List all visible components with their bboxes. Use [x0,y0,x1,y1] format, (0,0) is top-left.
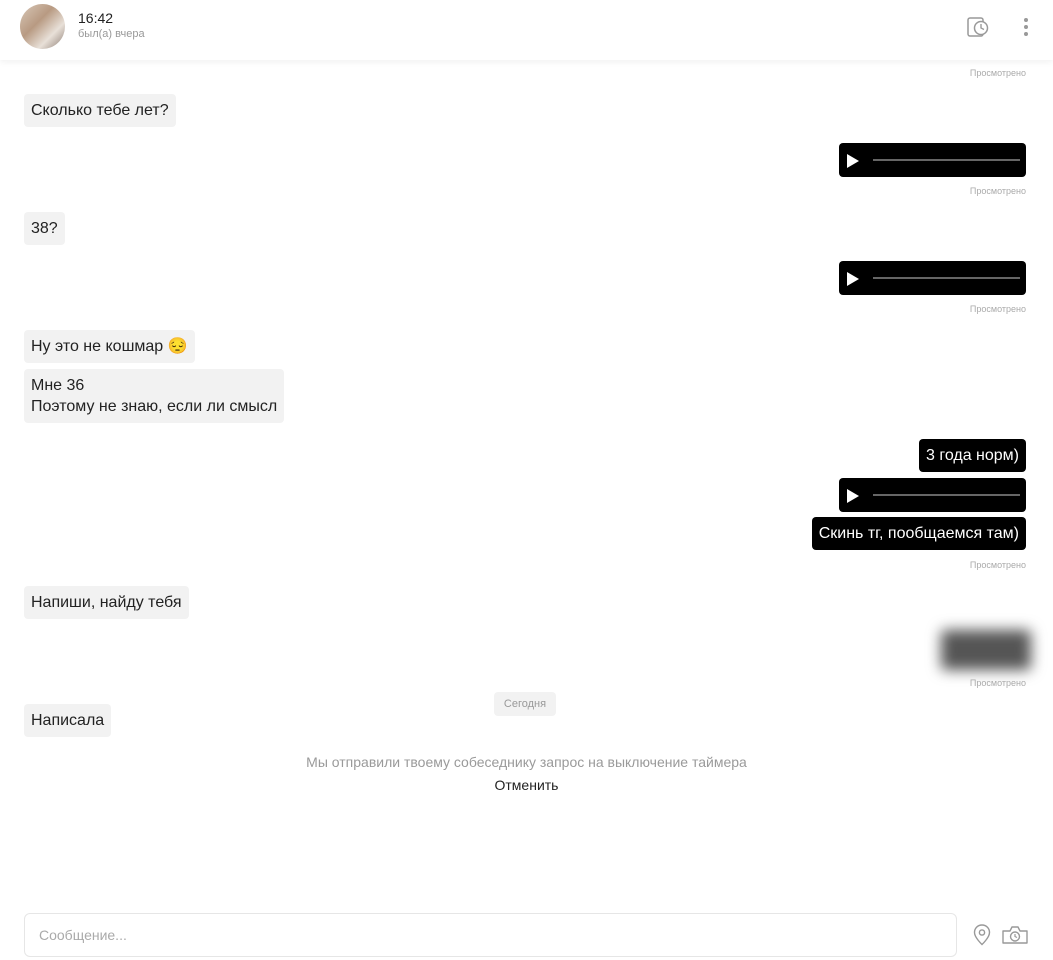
outgoing-message[interactable]: Скинь тг, пообщаемся там) [811,517,1026,550]
incoming-message[interactable]: Напиши, найду тебя [24,586,189,619]
incoming-message[interactable]: Мне 36 Поэтому не знаю, если ли смысл [24,369,285,423]
chat-area: Просмотрено Сколько тебе лет? Просмотрен… [0,60,1053,900]
play-icon[interactable] [847,154,859,168]
seen-label: Просмотрено [969,68,1026,78]
timer-icon[interactable] [963,12,993,42]
voice-message[interactable] [839,261,1026,295]
date-divider: Сегодня [494,692,556,716]
avatar[interactable] [20,4,65,49]
blurred-outgoing-message[interactable] [941,630,1031,670]
incoming-message[interactable]: 38? [24,212,65,245]
header-time: 16:42 [78,10,114,26]
voice-progress-track[interactable] [873,494,1020,496]
message-input[interactable] [24,913,957,957]
seen-label: Просмотрено [969,678,1026,688]
camera-icon[interactable] [1000,920,1030,950]
seen-label: Просмотрено [969,560,1026,570]
play-icon[interactable] [847,272,859,286]
voice-message[interactable] [839,143,1026,177]
composer [0,900,1053,960]
last-seen-status: был(а) вчера [78,28,145,40]
outgoing-message[interactable]: 3 года норм) [918,439,1026,472]
system-note: Мы отправили твоему собеседнику запрос н… [306,754,747,770]
more-icon[interactable] [1011,12,1041,42]
voice-progress-track[interactable] [873,159,1020,161]
incoming-message[interactable]: Ну это не кошмар 😔 [24,330,195,363]
incoming-message[interactable]: Сколько тебе лет? [24,94,176,127]
voice-progress-track[interactable] [873,277,1020,279]
voice-message[interactable] [839,478,1026,512]
location-icon[interactable] [967,920,997,950]
cancel-request-link[interactable]: Отменить [0,777,1053,793]
seen-label: Просмотрено [969,186,1026,196]
chat-header: 16:42 был(а) вчера [0,0,1053,60]
play-icon[interactable] [847,489,859,503]
incoming-message[interactable]: Написала [24,704,112,737]
seen-label: Просмотрено [969,304,1026,314]
